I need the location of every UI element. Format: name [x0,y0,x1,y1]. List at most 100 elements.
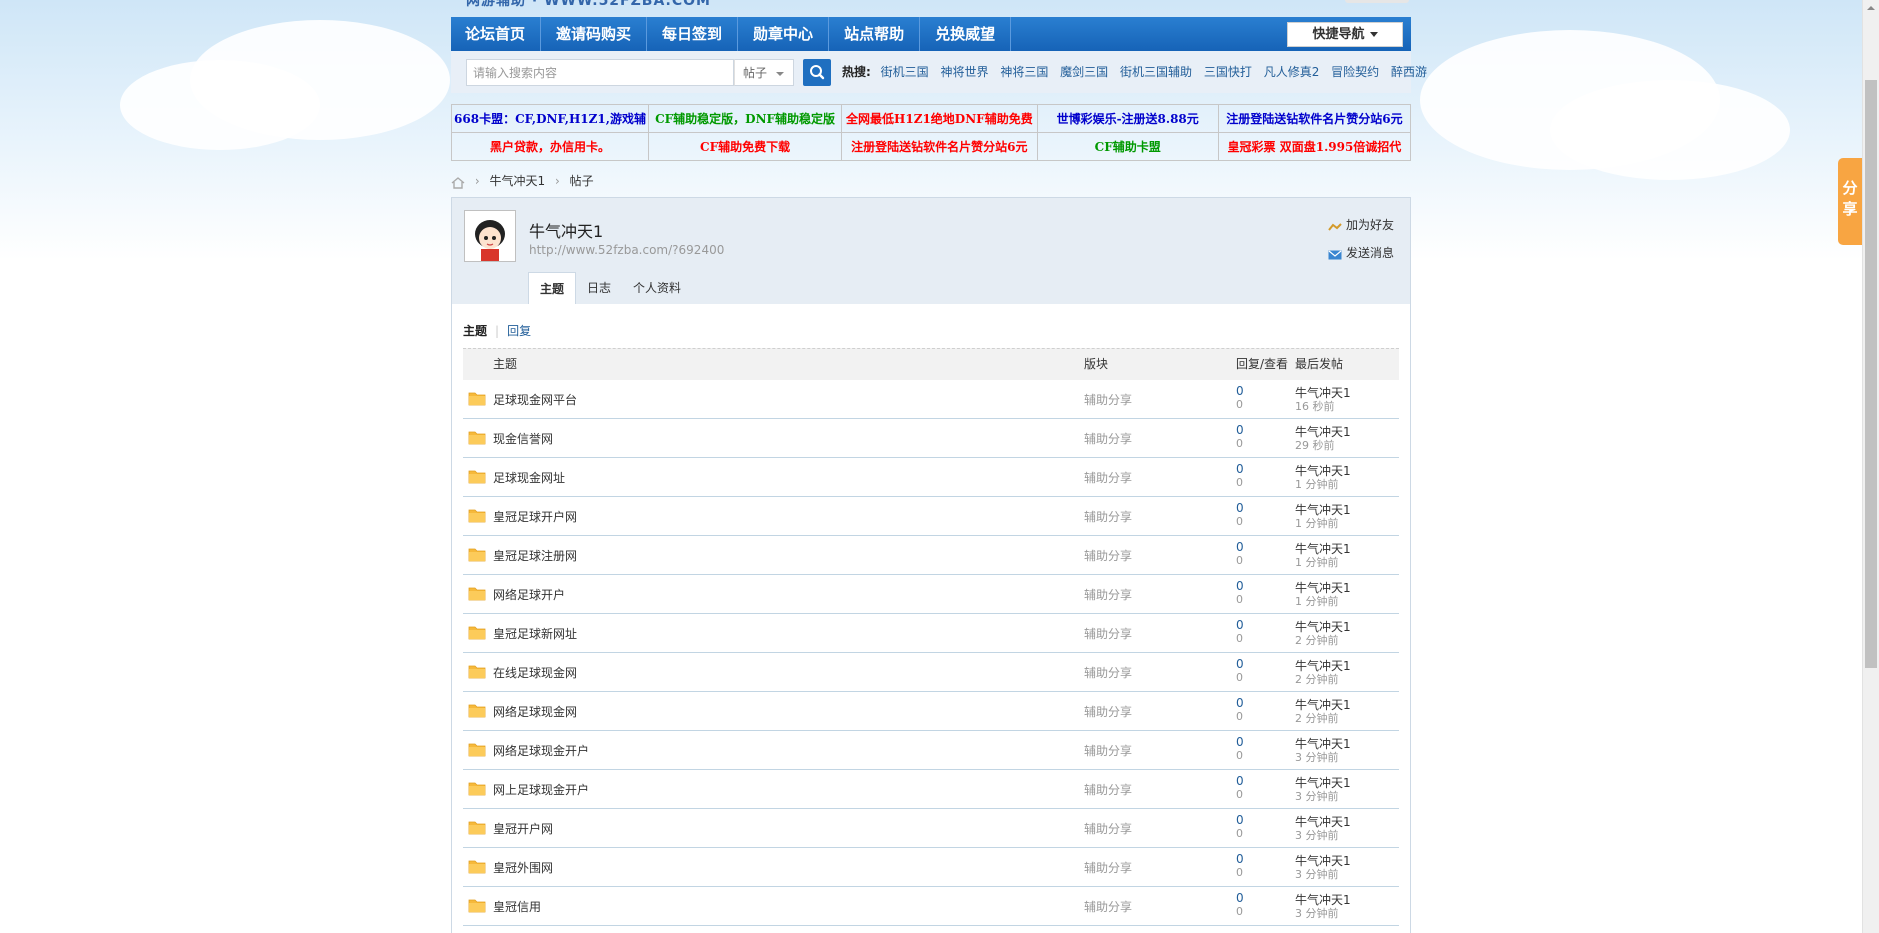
hot-term[interactable]: 三国快打 [1204,65,1252,79]
thread-forum-link[interactable]: 辅助分享 [1084,547,1132,564]
site-logo[interactable]: 网游辅助 · WWW.52FZBA.COM [466,0,726,8]
thread-forum-link[interactable]: 辅助分享 [1084,703,1132,720]
tab-blog[interactable]: 日志 [576,272,622,302]
hot-term[interactable]: 魔剑三国 [1060,65,1108,79]
ad-link[interactable]: 注册登陆送钻软件名片赞分站6元 [1217,104,1412,133]
last-post-time[interactable]: 2 分钟前 [1295,632,1339,648]
subtab-topics[interactable]: 主题 [463,324,487,338]
avatar[interactable] [464,210,516,262]
nav-invite-code[interactable]: 邀请码购买 [541,17,648,51]
search-input[interactable]: 请输入搜索内容 [466,59,734,86]
ad-link[interactable]: 全网最低H1Z1绝地DNF辅助免费 [841,104,1038,133]
last-post-time[interactable]: 3 分钟前 [1295,866,1339,882]
thread-forum-link[interactable]: 辅助分享 [1084,625,1132,642]
nav-medal-center[interactable]: 勋章中心 [738,17,830,51]
reply-count[interactable]: 0 [1236,891,1244,905]
reply-count[interactable]: 0 [1236,618,1244,632]
thread-title-link[interactable]: 足球现金网址 [493,469,565,486]
reply-count[interactable]: 0 [1236,813,1244,827]
thread-title-link[interactable]: 网络足球现金网 [493,703,577,720]
thread-forum-link[interactable]: 辅助分享 [1084,430,1132,447]
hot-term[interactable]: 街机三国辅助 [1120,65,1192,79]
thread-forum-link[interactable]: 辅助分享 [1084,586,1132,603]
last-post-time[interactable]: 2 分钟前 [1295,710,1339,726]
quick-nav-button[interactable]: 快捷导航 [1287,22,1403,47]
thread-title-link[interactable]: 皇冠外围网 [493,859,553,876]
thread-forum-link[interactable]: 辅助分享 [1084,781,1132,798]
share-tab[interactable]: 分享 [1838,158,1862,245]
add-friend-button[interactable]: 加为好友 [1328,216,1394,233]
reply-count[interactable]: 0 [1236,501,1244,515]
last-post-time[interactable]: 1 分钟前 [1295,593,1339,609]
search-button[interactable] [803,59,831,86]
reply-count[interactable]: 0 [1236,696,1244,710]
last-post-time[interactable]: 3 分钟前 [1295,788,1339,804]
thread-title-link[interactable]: 现金信誉网 [493,430,553,447]
last-post-time[interactable]: 3 分钟前 [1295,827,1339,843]
thread-title-link[interactable]: 皇冠足球开户网 [493,508,577,525]
thread-forum-link[interactable]: 辅助分享 [1084,469,1132,486]
thread-forum-link[interactable]: 辅助分享 [1084,820,1132,837]
thread-title-link[interactable]: 网络足球开户 [493,586,565,603]
reply-count[interactable]: 0 [1236,774,1244,788]
tab-profile[interactable]: 个人资料 [622,272,692,302]
reply-count[interactable]: 0 [1236,462,1244,476]
breadcrumb-user[interactable]: 牛气冲天1 [489,174,545,188]
thread-title-link[interactable]: 足球现金网平台 [493,391,577,408]
reply-count[interactable]: 0 [1236,735,1244,749]
last-post-time[interactable]: 2 分钟前 [1295,671,1339,687]
last-post-time[interactable]: 16 秒前 [1295,398,1335,414]
ad-link[interactable]: 黑户贷款，办信用卡。 [451,132,649,161]
hot-term[interactable]: 神将三国 [1000,65,1048,79]
thread-title-link[interactable]: 在线足球现金网 [493,664,577,681]
ad-link[interactable]: CF辅助免费下载 [647,132,843,161]
reply-count[interactable]: 0 [1236,579,1244,593]
thread-forum-link[interactable]: 辅助分享 [1084,664,1132,681]
scrollbar-thumb[interactable] [1865,80,1877,668]
thread-forum-link[interactable]: 辅助分享 [1084,391,1132,408]
tab-topics[interactable]: 主题 [528,272,577,305]
last-post-time[interactable]: 1 分钟前 [1295,476,1339,492]
hot-term[interactable]: 醉西游 [1391,65,1427,79]
search-scope-select[interactable]: 帖子 [734,59,794,86]
thread-title-link[interactable]: 网上足球现金开户 [493,781,589,798]
last-post-time[interactable]: 1 分钟前 [1295,554,1339,570]
reply-count[interactable]: 0 [1236,384,1244,398]
page-scrollbar[interactable] [1862,0,1879,933]
ad-link[interactable]: 注册登陆送钻软件名片赞分站6元 [841,132,1038,161]
reply-count[interactable]: 0 [1236,657,1244,671]
thread-forum-link[interactable]: 辅助分享 [1084,742,1132,759]
hot-term[interactable]: 冒险契约 [1331,65,1379,79]
thread-title-link[interactable]: 皇冠开户网 [493,820,553,837]
hot-term[interactable]: 街机三国 [881,65,929,79]
thread-title-link[interactable]: 皇冠足球注册网 [493,547,577,564]
last-post-time[interactable]: 29 秒前 [1295,437,1335,453]
nav-home[interactable]: 论坛首页 [451,17,542,51]
nav-exchange[interactable]: 兑换威望 [920,17,1012,51]
thread-title-link[interactable]: 网络足球现金开户 [493,742,589,759]
ad-link[interactable]: CF辅助稳定版，DNF辅助稳定版 [647,104,843,133]
last-post-time[interactable]: 3 分钟前 [1295,905,1339,921]
home-icon[interactable] [451,176,465,189]
ad-link[interactable]: 668卡盟：CF,DNF,H1Z1,游戏辅 [451,104,649,133]
reply-count[interactable]: 0 [1236,423,1244,437]
subtab-replies[interactable]: 回复 [507,324,531,338]
scroll-up-icon[interactable] [1867,6,1875,10]
thread-forum-link[interactable]: 辅助分享 [1084,859,1132,876]
thread-forum-link[interactable]: 辅助分享 [1084,898,1132,915]
reply-count[interactable]: 0 [1236,540,1244,554]
last-post-time[interactable]: 1 分钟前 [1295,515,1339,531]
hot-term[interactable]: 神将世界 [940,65,988,79]
ad-link[interactable]: CF辅助卡盟 [1036,132,1219,161]
ad-link[interactable]: 世博彩娱乐-注册送8.88元 [1036,104,1219,133]
last-post-time[interactable]: 3 分钟前 [1295,749,1339,765]
thread-title-link[interactable]: 皇冠信用 [493,898,541,915]
reply-count[interactable]: 0 [1236,852,1244,866]
send-message-button[interactable]: 发送消息 [1328,244,1394,261]
hot-term[interactable]: 凡人修真2 [1264,65,1320,79]
thread-title-link[interactable]: 皇冠足球新网址 [493,625,577,642]
nav-daily-signin[interactable]: 每日签到 [647,17,739,51]
ad-link[interactable]: 皇冠彩票 双面盘1.995倍诚招代 [1217,132,1412,161]
thread-forum-link[interactable]: 辅助分享 [1084,508,1132,525]
nav-help[interactable]: 站点帮助 [829,17,921,51]
